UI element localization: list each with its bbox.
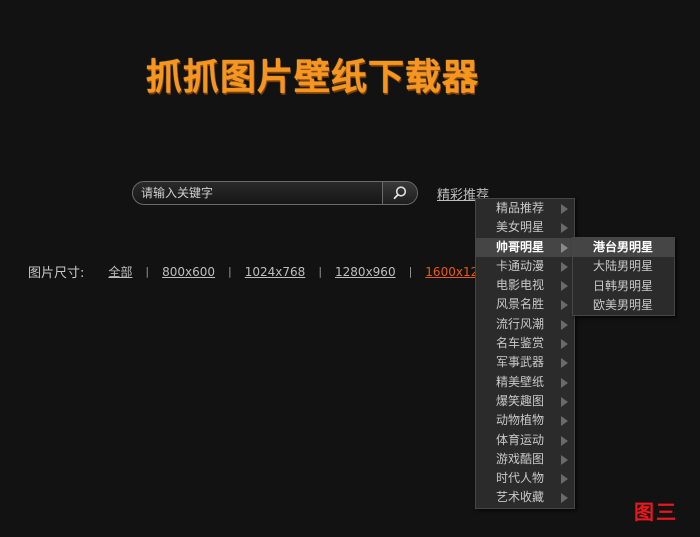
size-option-all[interactable]: 全部 — [108, 263, 132, 280]
chevron-right-icon — [561, 300, 568, 311]
chevron-right-icon — [561, 339, 568, 350]
separator: | — [318, 265, 323, 278]
menu-item-label: 爆笑趣图 — [496, 393, 545, 408]
menu-item-label: 时代人物 — [496, 471, 545, 486]
category-menu: 精品推荐 美女明星 帅哥明星 卡通动漫 电影电视 风景名胜 流行风潮 名车鉴赏 … — [475, 198, 575, 509]
menu-item-male-stars[interactable]: 帅哥明星 — [476, 237, 574, 257]
menu-item-label: 风景名胜 — [496, 297, 545, 312]
menu-item-wallpapers[interactable]: 精美壁纸 — [476, 373, 574, 392]
chevron-right-icon — [561, 223, 568, 234]
chevron-right-icon — [561, 204, 568, 214]
chevron-right-icon — [561, 416, 568, 427]
menu-item-label: 电影电视 — [496, 278, 545, 293]
search-input[interactable] — [133, 182, 383, 204]
chevron-right-icon — [561, 281, 568, 292]
menu-item-games[interactable]: 游戏酷图 — [476, 450, 574, 469]
menu-item-label: 流行风潮 — [496, 316, 545, 331]
menu-item-label: 动物植物 — [496, 413, 545, 428]
menu-item-anime[interactable]: 卡通动漫 — [476, 257, 574, 276]
chevron-right-icon — [561, 493, 568, 504]
menu-item-art[interactable]: 艺术收藏 — [476, 488, 574, 507]
chevron-right-icon — [561, 435, 568, 446]
menu-item-cars[interactable]: 名车鉴赏 — [476, 334, 574, 353]
menu-item-label: 军事武器 — [496, 355, 545, 370]
menu-item-label: 精美壁纸 — [496, 374, 545, 389]
chevron-right-icon — [561, 474, 568, 485]
chevron-right-icon — [561, 319, 568, 330]
menu-item-label: 精品推荐 — [496, 201, 545, 215]
menu-item-people[interactable]: 时代人物 — [476, 469, 574, 488]
menu-item-scenery[interactable]: 风景名胜 — [476, 295, 574, 314]
search-icon — [393, 186, 407, 200]
size-option-1280x960[interactable]: 1280x960 — [335, 265, 396, 279]
menu-item-label: 艺术收藏 — [496, 490, 545, 505]
size-option-1024x768[interactable]: 1024x768 — [245, 265, 306, 279]
menu-item-trends[interactable]: 流行风潮 — [476, 315, 574, 334]
chevron-right-icon — [561, 358, 568, 369]
menu-item-sports[interactable]: 体育运动 — [476, 431, 574, 450]
menu-item-label: 游戏酷图 — [496, 451, 545, 466]
menu-item-label: 卡通动漫 — [496, 258, 545, 273]
separator: | — [145, 265, 150, 278]
menu-item-label: 名车鉴赏 — [496, 336, 545, 351]
chevron-right-icon — [561, 377, 568, 388]
figure-watermark: 图三 — [634, 500, 678, 524]
submenu-item-hk-tw[interactable]: 港台男明星 — [573, 238, 674, 258]
size-option-800x600[interactable]: 800x600 — [162, 265, 215, 279]
menu-item-animals-plants[interactable]: 动物植物 — [476, 411, 574, 430]
submenu-item-western[interactable]: 欧美男明星 — [573, 296, 674, 315]
size-filter: 图片尺寸: 全部 | 800x600 | 1024x768 | 1280x960… — [28, 262, 523, 282]
search-button[interactable] — [382, 182, 417, 204]
category-submenu: 港台男明星 大陆男明星 日韩男明星 欧美男明星 — [572, 237, 675, 317]
chevron-right-icon — [561, 454, 568, 465]
menu-item-military[interactable]: 军事武器 — [476, 353, 574, 372]
app-title: 抓抓图片壁纸下载器 — [146, 57, 480, 98]
menu-item-film-tv[interactable]: 电影电视 — [476, 276, 574, 295]
separator: | — [408, 265, 413, 278]
menu-item-label: 体育运动 — [496, 432, 545, 447]
chevron-right-icon — [561, 242, 568, 253]
chevron-right-icon — [561, 396, 568, 407]
size-filter-label: 图片尺寸: — [28, 266, 85, 281]
menu-item-label: 帅哥明星 — [496, 239, 545, 254]
menu-item-label: 美女明星 — [496, 220, 545, 235]
search-box — [132, 181, 418, 205]
submenu-item-mainland[interactable]: 大陆男明星 — [573, 257, 674, 276]
separator: | — [228, 265, 232, 278]
menu-item-featured[interactable]: 精品推荐 — [476, 199, 574, 218]
menu-item-funny[interactable]: 爆笑趣图 — [476, 392, 574, 411]
chevron-right-icon — [561, 261, 568, 272]
menu-item-female-stars[interactable]: 美女明星 — [476, 218, 574, 237]
submenu-item-japan-korea[interactable]: 日韩男明星 — [573, 277, 674, 296]
